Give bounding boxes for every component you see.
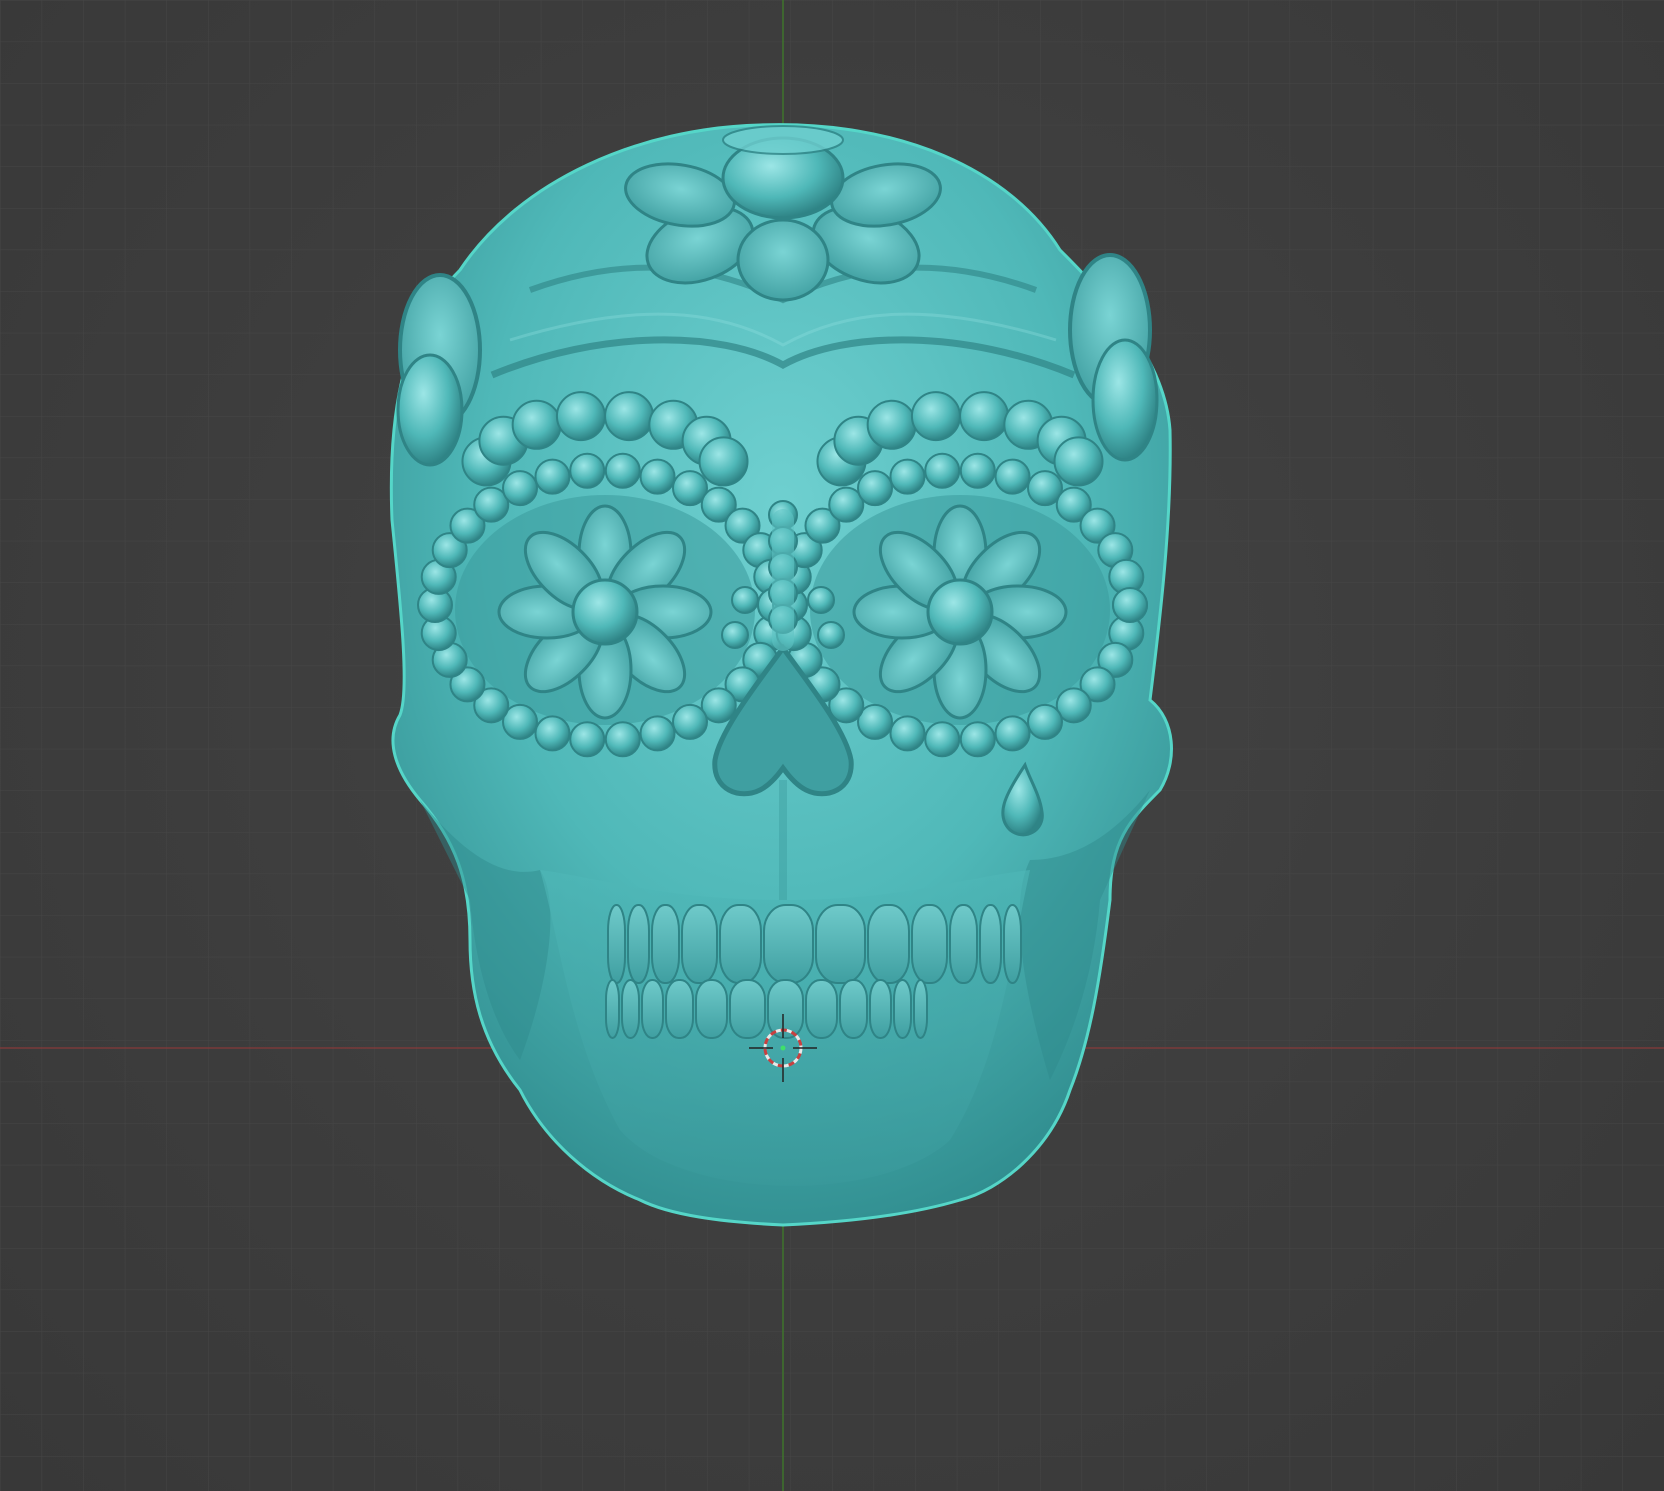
bead [866, 399, 917, 450]
tooth [695, 979, 728, 1039]
bead [817, 621, 845, 649]
right-eye-flower [852, 504, 1068, 720]
skull-mesh[interactable] [389, 123, 1173, 1227]
tooth [869, 979, 892, 1039]
viewport-canvas[interactable] [0, 0, 1664, 1491]
tooth [839, 979, 868, 1039]
bead [534, 715, 571, 752]
bead [604, 391, 655, 442]
bead [1112, 587, 1148, 623]
tooth [607, 904, 626, 984]
bead [698, 436, 749, 487]
bead [959, 452, 996, 489]
bead [569, 452, 606, 489]
bead [721, 621, 749, 649]
bead [994, 715, 1031, 752]
bead [502, 470, 538, 507]
bead [889, 715, 926, 752]
bead [857, 470, 893, 507]
bead [604, 721, 641, 758]
tooth [641, 979, 664, 1039]
flower-center [926, 578, 994, 646]
tooth [979, 904, 1002, 984]
tooth [805, 979, 838, 1039]
bead [1053, 436, 1104, 487]
tooth [949, 904, 978, 984]
tooth [681, 904, 718, 984]
tooth [893, 979, 912, 1039]
tooth [719, 904, 762, 984]
flower-center [571, 578, 639, 646]
tooth [665, 979, 694, 1039]
tooth [605, 979, 620, 1039]
tooth [867, 904, 910, 984]
bead [569, 721, 606, 758]
tooth [815, 904, 866, 984]
bead [639, 458, 676, 495]
bead [889, 458, 926, 495]
bead [639, 715, 676, 752]
left-eye-flower [497, 504, 713, 720]
bead [534, 458, 571, 495]
bead [807, 586, 835, 614]
bead [910, 391, 961, 442]
bead [959, 721, 996, 758]
bead [604, 452, 641, 489]
bead [924, 452, 961, 489]
bead [924, 721, 961, 758]
tooth [621, 979, 640, 1039]
bead [959, 391, 1010, 442]
3d-viewport[interactable] [0, 0, 1664, 1491]
tooth [911, 904, 948, 984]
bead [555, 391, 606, 442]
tooth [913, 979, 928, 1039]
tooth [763, 904, 814, 984]
tooth [651, 904, 680, 984]
tooth [1003, 904, 1022, 984]
tooth [627, 904, 650, 984]
bead [1027, 703, 1063, 740]
bead [511, 399, 562, 450]
bead [731, 586, 759, 614]
bead [672, 703, 708, 740]
tooth [729, 979, 766, 1039]
bead [994, 458, 1031, 495]
